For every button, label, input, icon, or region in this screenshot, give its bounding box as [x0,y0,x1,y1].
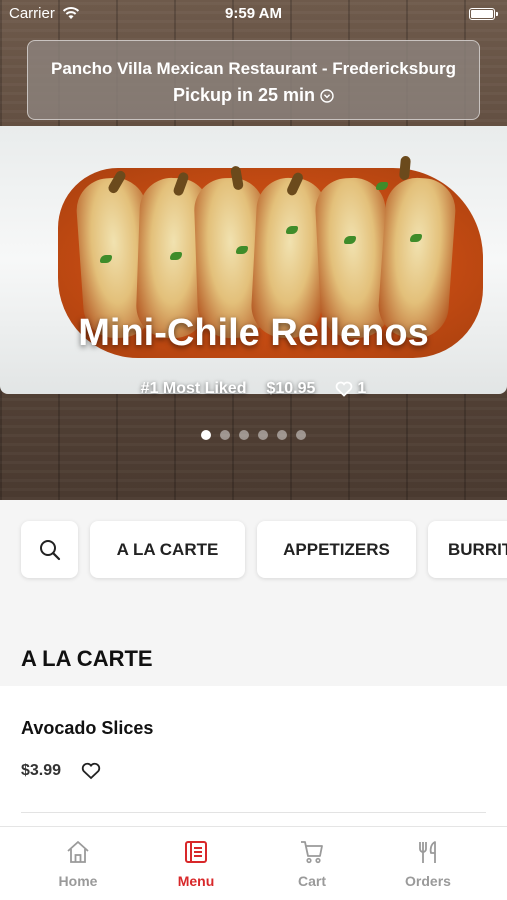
carousel-dot[interactable] [258,430,268,440]
menu-list: Avocado Slices $3.99 [0,686,507,826]
tab-label: Home [58,873,98,889]
carousel-page-indicator[interactable] [0,430,507,440]
featured-price: $10.95 [266,380,316,397]
tab-bar: Home Menu Cart Orders [0,826,507,900]
category-appetizers[interactable]: APPETIZERS [257,521,416,578]
carousel-dot[interactable] [277,430,287,440]
heart-icon [336,381,353,397]
tab-label: Orders [405,873,451,889]
search-icon [39,539,60,560]
tab-home[interactable]: Home [28,839,128,889]
tab-orders[interactable]: Orders [378,839,478,889]
section-title: A LA CARTE [21,646,153,671]
store-name: Pancho Villa Mexican Restaurant - Freder… [51,59,456,78]
tab-cart[interactable]: Cart [262,839,362,889]
menu-item-name[interactable]: Avocado Slices [21,718,153,739]
search-button[interactable] [21,521,78,578]
menu-item-price-row: $3.99 [21,762,101,780]
tab-label: Cart [297,873,326,889]
carousel-dot[interactable] [201,430,211,440]
category-burritos[interactable]: BURRITOS [428,521,507,578]
featured-rank: #1 Most Liked [140,380,247,397]
menu-item-price: $3.99 [21,762,62,779]
menu-book-icon [185,841,207,863]
tab-label: Menu [177,873,215,889]
heart-icon[interactable] [81,762,101,780]
category-bar[interactable]: A LA CARTE APPETIZERS BURRITOS [0,500,507,608]
carousel-dot[interactable] [239,430,249,440]
featured-likes[interactable]: 1 [335,380,366,398]
carousel-dot[interactable] [220,430,230,440]
pickup-time-label: Pickup in 25 min [172,85,316,105]
carousel-dot[interactable] [296,430,306,440]
status-bar: Carrier 9:59 AM [0,0,507,28]
tab-menu[interactable]: Menu [146,839,246,889]
chevron-down-circle-icon [320,88,334,103]
clock: 9:59 AM [225,5,282,22]
featured-item-meta: #1 Most Liked $10.95 1 [0,380,507,398]
store-selector[interactable]: Pancho Villa Mexican Restaurant - Freder… [27,40,480,120]
pickup-time-selector[interactable]: Pickup in 25 min [28,85,479,106]
category-a-la-carte[interactable]: A LA CARTE [90,521,245,578]
featured-item-title: Mini-Chile Rellenos [78,312,429,354]
battery-icon [469,8,498,20]
hero-banner[interactable]: Carrier 9:59 AM Pancho Villa Mexican Res… [0,0,507,500]
home-icon [67,841,89,863]
featured-likes-count: 1 [357,380,367,397]
utensils-icon [419,841,436,863]
cart-icon [301,841,323,864]
divider [21,812,486,813]
